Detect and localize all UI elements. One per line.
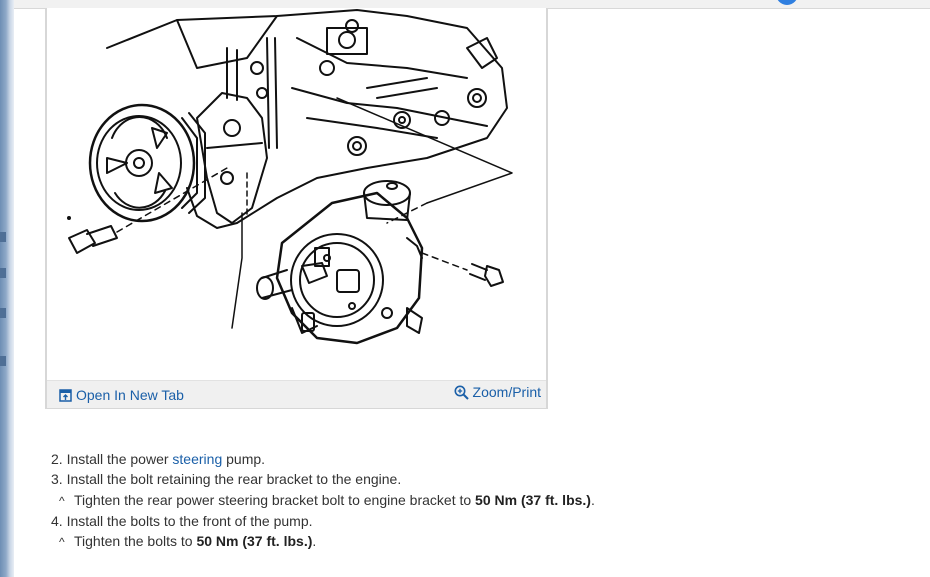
substep-text: Tighten the bolts to <box>74 533 197 550</box>
step-text: Install the power <box>66 451 173 467</box>
step-3: 3. Install the bolt retaining the rear b… <box>51 469 911 489</box>
zoom-print-label: Zoom/Print <box>472 384 541 400</box>
avatar-icon[interactable] <box>776 0 798 5</box>
substep-text: Tighten the rear power steering bracket … <box>74 491 476 508</box>
step-2: 2. Install the power steering pump. <box>51 449 911 469</box>
edge-marker <box>0 308 6 318</box>
torque-spec: 50 Nm (37 ft. lbs.) <box>475 491 591 508</box>
edge-marker <box>0 268 6 278</box>
step-text: Install the bolt retaining the rear brac… <box>66 471 402 488</box>
open-in-new-tab-icon <box>59 388 72 402</box>
edge-marker <box>0 232 6 242</box>
step-number: 3. <box>51 471 63 488</box>
step-3-substep: ^ Tighten the rear power steering bracket… <box>51 490 911 511</box>
step-4-substep: ^ Tighten the bolts to 50 Nm (37 ft. lbs.… <box>51 531 911 552</box>
step-number: 4. <box>51 512 63 529</box>
step-text: Install the bolts to the front of the pu… <box>66 512 313 529</box>
caret-icon: ^ <box>59 493 65 508</box>
edge-marker <box>0 356 6 366</box>
power-steering-pump-diagram <box>67 9 513 345</box>
step-text: pump. <box>222 451 266 467</box>
figure-panel: Open In New Tab Zoom/Print <box>45 8 548 409</box>
window-left-edge <box>0 0 14 577</box>
torque-spec: 50 Nm (37 ft. lbs.) <box>196 533 313 550</box>
substep-text: . <box>590 491 595 508</box>
open-in-new-tab-link[interactable]: Open In New Tab <box>59 387 184 403</box>
figure-toolbar: Open In New Tab Zoom/Print <box>47 380 546 408</box>
steering-link[interactable]: steering <box>172 451 222 467</box>
step-4: 4. Install the bolts to the front of the… <box>51 511 911 531</box>
instruction-steps: 2. Install the power steering pump. 3. I… <box>51 449 911 552</box>
zoom-in-icon <box>454 385 469 400</box>
step-number: 2. <box>51 451 63 467</box>
caret-icon: ^ <box>59 535 65 550</box>
substep-text: . <box>312 533 317 550</box>
open-in-new-tab-label: Open In New Tab <box>76 387 184 403</box>
zoom-print-link[interactable]: Zoom/Print <box>454 384 541 400</box>
